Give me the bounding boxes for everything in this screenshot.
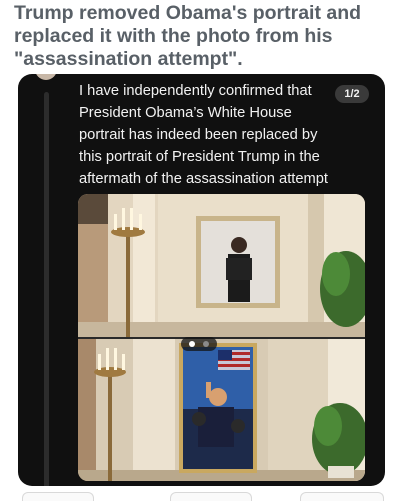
- page-indicator: 1/2: [335, 85, 369, 103]
- post-text: I have independently confirmed that Pres…: [79, 83, 329, 209]
- post-image[interactable]: [78, 194, 365, 481]
- carousel-dots[interactable]: [181, 337, 217, 351]
- obama-portrait-photo: [78, 194, 365, 337]
- post-card[interactable]: I have independently confirmed that Pres…: [18, 74, 385, 486]
- carousel-dot[interactable]: [203, 341, 209, 347]
- avatar[interactable]: [35, 74, 57, 80]
- trump-portrait-photo: [78, 339, 365, 481]
- thread-line: [44, 92, 49, 486]
- carousel-dot-active[interactable]: [189, 341, 195, 347]
- hallway-photos: [78, 194, 365, 481]
- headline: Trump removed Obama's portrait and repla…: [14, 2, 362, 70]
